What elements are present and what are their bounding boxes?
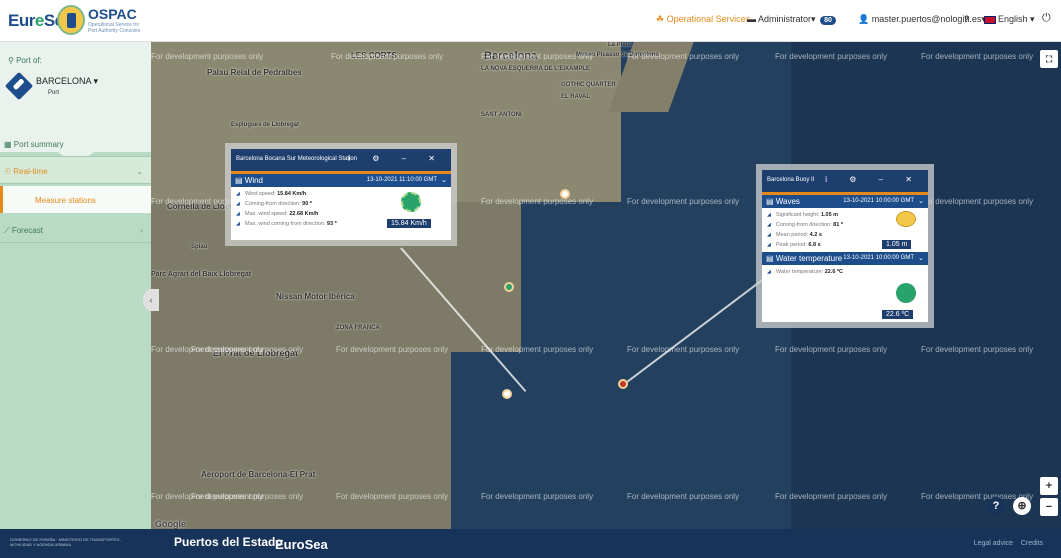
- place-nissan: Nissan Motor Ibérica: [276, 292, 355, 301]
- watermark: For development purposes only: [921, 345, 1034, 354]
- operational-services-link[interactable]: ☘ Operational Services: [656, 14, 750, 25]
- watermark: For development purposes only: [481, 197, 594, 206]
- land-port: [451, 202, 521, 352]
- buoy-marker[interactable]: [618, 379, 628, 389]
- popup-controls[interactable]: i ⚙ – ✕: [348, 154, 445, 163]
- zoom-in-button[interactable]: +: [1040, 477, 1058, 495]
- water-temperature-section-header[interactable]: ▤ Water temperature 13-10-2021 10:00:00 G…: [762, 252, 928, 265]
- eurosea-footer-logo: EuroSea: [275, 537, 328, 552]
- ospac-subtitle: Operational Service for Port Authority C…: [88, 22, 141, 34]
- waves-section-header[interactable]: ▤ Waves 13-10-2021 10:00:00 GMT ⌄: [762, 195, 928, 208]
- language-selector[interactable]: English ▾: [984, 14, 1035, 25]
- top-bar: EureSea OSPAC Operational Service for Po…: [0, 0, 1061, 42]
- land-delta: [151, 202, 451, 529]
- map-view[interactable]: Barcelona LES CORTS Palau Reial de Pedra…: [151, 42, 1061, 529]
- watermark: For development purposes only: [481, 52, 594, 61]
- place-splau: Splau: [191, 244, 208, 250]
- place-sant-antoni: SANT ANTONI: [481, 112, 522, 118]
- wind-value-badge: 15.84 Km/h: [387, 219, 431, 228]
- wind-station-popup: Barcelona Bocana Sur Meteorological Stat…: [231, 149, 451, 240]
- chevron-down-icon[interactable]: ⌄: [918, 197, 924, 205]
- google-logo: Google: [155, 519, 186, 529]
- water-temperature-badge: 22.6 ºC: [882, 310, 914, 319]
- watermark: For development purposes only: [331, 52, 444, 61]
- max-wind-speed-row[interactable]: Max. wind speed: 22.68 Km/h: [231, 209, 451, 219]
- station-marker[interactable]: [560, 189, 570, 199]
- chevron-down-icon: ⌄: [136, 167, 143, 176]
- port-icon: [4, 71, 34, 101]
- watermark: For development purposes only: [151, 52, 264, 61]
- chevron-left-icon: ‹: [140, 226, 143, 235]
- watermark: For development purposes only: [775, 52, 888, 61]
- station-marker[interactable]: [502, 389, 512, 399]
- watermark: For development purposes only: [775, 492, 888, 501]
- sidebar-item-forecast[interactable]: ⟋ Forecast ‹: [0, 216, 151, 243]
- watermark: For development purposes only: [336, 345, 449, 354]
- watermark: For development purposes only: [627, 345, 740, 354]
- watermark: For development purposes only: [627, 492, 740, 501]
- port-dropdown[interactable]: BARCELONA ▾: [36, 76, 98, 87]
- government-logo: GOBIERNO DE ESPAÑA · MINISTERIO DE TRANS…: [10, 537, 121, 547]
- watermark: For development purposes only: [481, 492, 594, 501]
- port-of-label: ⚲ Port of:: [8, 56, 42, 65]
- watermark: For development purposes only: [921, 197, 1034, 206]
- watermark: For development purposes only: [191, 492, 304, 501]
- footer: GOBIERNO DE ESPAÑA · MINISTERIO DE TRANS…: [0, 529, 1061, 558]
- watermark: For development purposes only: [336, 492, 449, 501]
- wind-section-header[interactable]: ▤ Wind 13-10-2021 11:10:00 GMT ⌄: [231, 174, 451, 187]
- place-palau: Palau Reial de Pedralbes: [207, 68, 302, 77]
- thermometer-icon: [896, 283, 916, 303]
- waves-value-badge: 1.05 m: [882, 240, 912, 249]
- zoom-out-button[interactable]: −: [1040, 498, 1058, 516]
- admin-count-badge: 80: [820, 16, 836, 25]
- watermark: For development purposes only: [921, 52, 1034, 61]
- watermark: For development purposes only: [775, 345, 888, 354]
- place-aeroport: Aeroport de Barcelona-El Prat: [201, 470, 316, 479]
- waves-gauge-icon: [896, 211, 916, 227]
- ospac-badge-icon: [57, 5, 85, 35]
- wind-popup-header: Barcelona Bocana Sur Meteorological Stat…: [231, 149, 451, 171]
- help-button[interactable]: ?: [964, 14, 970, 24]
- wind-gauge-icon: [401, 192, 421, 212]
- buoy-popup-pointer: [622, 278, 764, 386]
- watermark: For development purposes only: [627, 197, 740, 206]
- help-icon[interactable]: ?: [987, 497, 1005, 515]
- ospac-title: OSPAC: [88, 6, 137, 22]
- place-zona-franca: ZONA FRANCA: [336, 325, 380, 331]
- puertos-del-estado-logo: Puertos del Estado: [174, 535, 283, 549]
- station-marker[interactable]: [504, 282, 514, 292]
- place-la-nova: LA NOVA ESQUERRA DE L'EIXAMPLE: [481, 66, 590, 72]
- water-temperature-row[interactable]: Water temperature: 22.6 ºC: [762, 267, 928, 277]
- watermark: For development purposes only: [481, 345, 594, 354]
- footer-links: Legal advice Credits: [974, 540, 1043, 547]
- watermark: For development purposes only: [191, 345, 304, 354]
- locate-icon[interactable]: ⊕: [1013, 497, 1031, 515]
- mean-period-row[interactable]: Mean period: 4.2 s: [762, 230, 928, 240]
- sidebar: ⚲ Port of: BARCELONA ▾ Port ▦ Port summa…: [0, 42, 151, 529]
- credits-link[interactable]: Credits: [1021, 540, 1043, 547]
- legal-advice-link[interactable]: Legal advice: [974, 540, 1013, 547]
- buoy-popup-header: Barcelona Buoy II i ⚙ – ✕: [762, 170, 928, 192]
- watermark: For development purposes only: [627, 52, 740, 61]
- fullscreen-icon[interactable]: ⛶: [1040, 50, 1058, 68]
- chevron-down-icon[interactable]: ⌄: [441, 176, 447, 184]
- uk-flag-icon: [984, 15, 996, 24]
- sidebar-collapse-button[interactable]: ‹: [143, 289, 159, 311]
- sidebar-item-measure-stations[interactable]: Measure stations: [0, 186, 151, 213]
- administrator-menu[interactable]: ▬ Administrator▾ 80: [747, 14, 836, 25]
- place-esplugues: Esplugues de Llobregat: [231, 122, 300, 128]
- buoy-station-popup: Barcelona Buoy II i ⚙ – ✕ ▤ Waves 13-10-2…: [762, 170, 928, 322]
- chevron-down-icon[interactable]: ⌄: [918, 254, 924, 262]
- sidebar-item-real-time[interactable]: ☉ Real-time ⌄: [0, 157, 151, 184]
- place-parc-agrari: Parc Agrari del Baix Llobregat: [151, 271, 252, 278]
- place-la-plata: La Plata: [608, 42, 632, 48]
- logout-icon[interactable]: ⏻: [1042, 12, 1051, 25]
- port-type-label: Port: [48, 90, 60, 96]
- sidebar-item-port-summary[interactable]: ▦ Port summary: [0, 130, 151, 157]
- place-raval: EL RAVAL: [561, 94, 591, 100]
- popup-controls[interactable]: i ⚙ – ✕: [825, 175, 922, 184]
- place-gothic: GOTHIC QUARTER: [561, 82, 616, 88]
